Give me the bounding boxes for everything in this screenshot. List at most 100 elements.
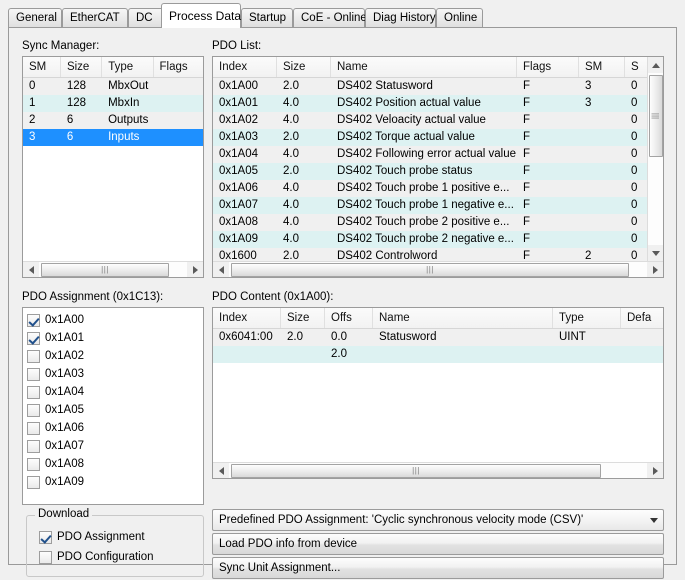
vscroll-track[interactable]: ||| (647, 73, 663, 245)
list-item[interactable]: 0x1A02 (27, 347, 203, 365)
list-item[interactable]: 0x1A07 (27, 437, 203, 455)
table-row-selected[interactable]: 3 6 Inputs (23, 129, 203, 146)
download-pdo-assignment[interactable]: PDO Assignment (39, 527, 154, 547)
table-row[interactable]: 0x1A08 4.0 DS402 Touch probe 2 positive … (213, 214, 649, 231)
content-cell-offs: 0.0 (331, 331, 347, 343)
sm-col-flags[interactable]: Flags (154, 57, 203, 77)
table-row[interactable]: 0x1A03 2.0 DS402 Torque actual value F 0 (213, 129, 649, 146)
tab-process-data[interactable]: Process Data (161, 3, 241, 28)
tab-online[interactable]: Online (436, 8, 483, 28)
scroll-left-icon[interactable] (23, 261, 39, 277)
checkbox-icon[interactable] (27, 475, 40, 489)
table-row[interactable]: 2 6 Outputs (23, 112, 203, 129)
checkbox-icon[interactable] (27, 367, 40, 381)
pdo-list-hscrollbar[interactable]: ||| (213, 261, 663, 277)
checkbox-icon[interactable] (27, 385, 40, 399)
sync-manager-list[interactable]: SM Size Type Flags 0 128 MbxOut 1 128 Mb… (22, 56, 204, 278)
table-row[interactable]: 0x1A00 2.0 DS402 Statusword F 3 0 (213, 78, 649, 95)
pdo-col-size[interactable]: Size (277, 57, 331, 77)
table-row[interactable]: 0x1A09 4.0 DS402 Touch probe 2 negative … (213, 231, 649, 248)
sync-unit-assignment-button[interactable]: Sync Unit Assignment... (212, 557, 664, 579)
hscroll-track[interactable]: ||| (39, 261, 187, 277)
hscroll-track[interactable]: ||| (229, 462, 647, 478)
checkbox-icon[interactable] (27, 457, 40, 471)
scroll-right-icon[interactable] (187, 261, 203, 277)
content-col-offs[interactable]: Offs (325, 308, 373, 328)
chevron-down-icon[interactable] (644, 517, 663, 523)
load-pdo-info-button[interactable]: Load PDO info from device (212, 533, 664, 555)
sm-col-size[interactable]: Size (61, 57, 103, 77)
hscroll-thumb[interactable]: ||| (231, 262, 629, 277)
vscroll-thumb[interactable]: ||| (648, 75, 663, 157)
sm-col-type[interactable]: Type (102, 57, 154, 77)
pdo-cell-size: 4.0 (283, 114, 299, 126)
table-row[interactable]: 1 128 MbxIn (23, 95, 203, 112)
tab-startup[interactable]: Startup (241, 8, 293, 28)
list-item[interactable]: 0x1A03 (27, 365, 203, 383)
hscroll-thumb[interactable]: ||| (231, 463, 601, 478)
scroll-right-icon[interactable] (647, 261, 663, 277)
table-row[interactable]: 0x1A04 4.0 DS402 Following error actual … (213, 146, 649, 163)
predefined-pdo-assignment-combo[interactable]: Predefined PDO Assignment: 'Cyclic synch… (212, 509, 664, 531)
sm-cell-type: MbxOut (108, 80, 149, 92)
hscroll-thumb[interactable]: ||| (41, 262, 169, 277)
pdo-list-vscrollbar[interactable]: ||| (647, 57, 663, 261)
pdo-cell-su: 0 (631, 80, 638, 92)
list-item[interactable]: 0x1A06 (27, 419, 203, 437)
table-row[interactable]: 0x1A05 2.0 DS402 Touch probe status F 0 (213, 163, 649, 180)
scroll-up-icon[interactable] (647, 57, 663, 73)
list-item[interactable]: 0x1A05 (27, 401, 203, 419)
pdo-cell-index: 0x1A08 (219, 216, 259, 228)
scroll-down-icon[interactable] (647, 245, 663, 261)
content-col-name[interactable]: Name (373, 308, 553, 328)
content-col-type[interactable]: Type (553, 308, 621, 328)
checkbox-icon[interactable] (27, 421, 40, 435)
content-col-default[interactable]: Defa (621, 308, 663, 328)
table-row[interactable]: 0x6041:00 2.0 0.0 Statusword UINT (213, 329, 663, 346)
tab-dc[interactable]: DC (128, 8, 165, 28)
pdo-content-list[interactable]: Index Size Offs Name Type Defa 0x6041:00… (212, 307, 664, 479)
process-data-window: General EtherCAT DC Process Data Startup… (0, 0, 685, 580)
list-item[interactable]: 0x1A08 (27, 455, 203, 473)
checkbox-icon[interactable] (27, 403, 40, 417)
checkbox-icon[interactable] (39, 550, 52, 564)
tab-ethercat[interactable]: EtherCAT (62, 8, 128, 28)
checkbox-icon[interactable] (39, 530, 52, 544)
checkbox-icon[interactable] (27, 331, 40, 345)
hscroll-track[interactable]: ||| (229, 261, 647, 277)
table-row[interactable]: 0x1A07 4.0 DS402 Touch probe 1 negative … (213, 197, 649, 214)
pdo-list[interactable]: Index Size Name Flags SM S 0x1A00 2.0 DS… (212, 56, 664, 278)
sm-col-sm[interactable]: SM (23, 57, 61, 77)
list-item[interactable]: 0x1A01 (27, 329, 203, 347)
checkbox-icon[interactable] (27, 349, 40, 363)
content-col-index[interactable]: Index (213, 308, 281, 328)
list-item[interactable]: 0x1A00 (27, 311, 203, 329)
tab-coe-online[interactable]: CoE - Online (293, 8, 367, 28)
table-row[interactable]: 0x1A02 4.0 DS402 Veloacity actual value … (213, 112, 649, 129)
sync-manager-hscrollbar[interactable]: ||| (23, 261, 203, 277)
checkbox-icon[interactable] (27, 439, 40, 453)
pdo-assignment-item-label: 0x1A00 (45, 314, 85, 326)
content-cell-offs: 2.0 (331, 348, 347, 360)
list-item[interactable]: 0x1A04 (27, 383, 203, 401)
scroll-right-icon[interactable] (647, 462, 663, 478)
content-col-size[interactable]: Size (281, 308, 325, 328)
list-item[interactable]: 0x1A09 (27, 473, 203, 491)
pdo-col-flags[interactable]: Flags (517, 57, 579, 77)
pdo-col-name[interactable]: Name (331, 57, 517, 77)
pdo-col-sm[interactable]: SM (579, 57, 625, 77)
table-row[interactable]: 2.0 (213, 346, 663, 363)
download-pdo-configuration[interactable]: PDO Configuration (39, 547, 154, 567)
tab-diag-history[interactable]: Diag History (365, 8, 436, 28)
pdo-assignment-list[interactable]: 0x1A00 0x1A01 0x1A02 0x1A03 0x1A04 0x1A0… (22, 307, 204, 505)
tab-general[interactable]: General (8, 8, 62, 28)
scroll-left-icon[interactable] (213, 462, 229, 478)
pdo-col-su[interactable]: S (625, 57, 649, 77)
pdo-col-index[interactable]: Index (213, 57, 277, 77)
table-row[interactable]: 0x1A06 4.0 DS402 Touch probe 1 positive … (213, 180, 649, 197)
checkbox-icon[interactable] (27, 313, 40, 327)
table-row[interactable]: 0x1A01 4.0 DS402 Position actual value F… (213, 95, 649, 112)
scroll-left-icon[interactable] (213, 261, 229, 277)
table-row[interactable]: 0 128 MbxOut (23, 78, 203, 95)
pdo-content-hscrollbar[interactable]: ||| (213, 462, 663, 478)
